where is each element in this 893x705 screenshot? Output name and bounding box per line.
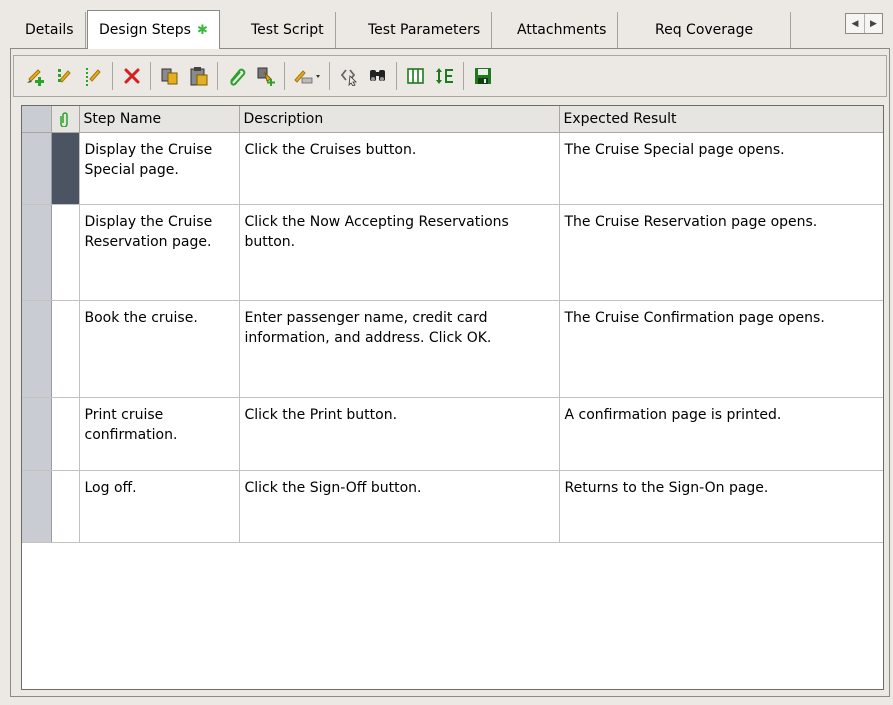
copy-steps-icon	[159, 66, 181, 86]
tab-label: Test Parameters	[368, 22, 481, 38]
toolbar-separator	[112, 62, 113, 90]
description-cell[interactable]: Click the Print button.	[239, 397, 560, 471]
delete-step-button[interactable]	[118, 61, 145, 91]
header-row: Step Name Description Expected Result	[22, 106, 883, 133]
row-selector[interactable]	[22, 300, 52, 398]
attachment-column-header[interactable]	[51, 106, 80, 133]
find-icon	[367, 66, 389, 86]
new-step-icon	[25, 66, 47, 86]
attachments-button[interactable]	[223, 61, 250, 91]
call-to-test-button[interactable]	[252, 61, 279, 91]
step-name-cell[interactable]: Display the Cruise Reservation page.	[79, 204, 240, 301]
save-icon	[472, 66, 494, 86]
table-row[interactable]: Display the Cruise Special page. Click t…	[22, 132, 883, 205]
description-cell[interactable]: Click the Sign-Off button.	[239, 470, 560, 543]
tab-label: Attachments	[517, 22, 607, 38]
toolbar-separator	[329, 62, 330, 90]
tab-req-coverage[interactable]: Req Coverage	[644, 12, 791, 48]
paste-steps-button[interactable]	[185, 61, 212, 91]
column-header-description[interactable]: Description	[239, 106, 560, 133]
current-row-marker	[51, 132, 80, 205]
design-steps-grid: Step Name Description Expected Result Di…	[21, 105, 884, 690]
design-steps-panel: Step Name Description Expected Result Di…	[10, 48, 890, 697]
scroll-right-icon[interactable]: ▶	[864, 14, 882, 33]
edit-step-icon	[83, 66, 105, 86]
expected-result-cell[interactable]: The Cruise Confirmation page opens.	[559, 300, 883, 398]
row-selector[interactable]	[22, 397, 52, 471]
select-columns-icon	[405, 66, 427, 86]
adjust-row-height-button[interactable]	[431, 61, 458, 91]
call-to-test-icon	[255, 65, 277, 87]
tab-label: Test Script	[251, 22, 324, 38]
table-row[interactable]: Display the Cruise Reservation page. Cli…	[22, 204, 883, 301]
step-name-cell[interactable]: Book the cruise.	[79, 300, 240, 398]
attachment-cell	[51, 470, 80, 543]
adjust-row-height-icon	[434, 66, 456, 86]
toolbar-separator	[217, 62, 218, 90]
edit-step-button[interactable]	[80, 61, 107, 91]
column-header-expected-result[interactable]: Expected Result	[559, 106, 883, 133]
attachment-cell	[51, 397, 80, 471]
copy-steps-button[interactable]	[156, 61, 183, 91]
find-button[interactable]	[364, 61, 391, 91]
tab-test-parameters[interactable]: Test Parameters	[357, 12, 493, 48]
paste-steps-icon	[188, 65, 210, 87]
steps-table: Step Name Description Expected Result Di…	[22, 106, 883, 543]
insert-parameter-button[interactable]	[290, 61, 324, 91]
column-header-step-name[interactable]: Step Name	[79, 106, 240, 133]
step-name-cell[interactable]: Display the Cruise Special page.	[79, 132, 240, 205]
generate-script-button[interactable]	[335, 61, 362, 91]
toolbar-separator	[150, 62, 151, 90]
scroll-left-icon[interactable]: ◀	[846, 14, 864, 33]
design-steps-window: Details Design Steps ✱ Test Script Test …	[0, 0, 893, 705]
table-row[interactable]: Log off. Click the Sign-Off button. Retu…	[22, 470, 883, 543]
tab-label: Req Coverage	[655, 22, 754, 38]
expected-result-cell[interactable]: A confirmation page is printed.	[559, 397, 883, 471]
tab-strip: Details Design Steps ✱ Test Script Test …	[0, 0, 893, 49]
save-button[interactable]	[469, 61, 496, 91]
expected-result-cell[interactable]: Returns to the Sign-On page.	[559, 470, 883, 543]
expected-result-cell[interactable]: The Cruise Special page opens.	[559, 132, 883, 205]
tab-label: Design Steps	[99, 22, 191, 38]
attachment-cell	[51, 204, 80, 301]
tab-label: Details	[25, 22, 74, 38]
toolbar-separator	[284, 62, 285, 90]
description-cell[interactable]: Click the Now Accepting Reservations but…	[239, 204, 560, 301]
description-cell[interactable]: Click the Cruises button.	[239, 132, 560, 205]
insert-parameter-icon	[292, 66, 322, 86]
expected-result-cell[interactable]: The Cruise Reservation page opens.	[559, 204, 883, 301]
step-name-cell[interactable]: Print cruise confirmation.	[79, 397, 240, 471]
toolbar	[13, 55, 887, 97]
description-cell[interactable]: Enter passenger name, credit card inform…	[239, 300, 560, 398]
row-header-corner	[22, 106, 52, 133]
tab-details[interactable]: Details	[14, 12, 86, 48]
paperclip-icon	[60, 111, 70, 128]
tab-attachments[interactable]: Attachments	[506, 12, 619, 48]
attachments-icon	[226, 66, 248, 86]
attachment-cell	[51, 300, 80, 398]
tab-design-steps[interactable]: Design Steps ✱	[87, 10, 220, 49]
tab-scroll-buttons: ◀ ▶	[845, 13, 883, 34]
table-row[interactable]: Print cruise confirmation. Click the Pri…	[22, 397, 883, 471]
insert-step-icon	[54, 66, 76, 86]
generate-script-icon	[338, 66, 360, 86]
step-name-cell[interactable]: Log off.	[79, 470, 240, 543]
toolbar-separator	[463, 62, 464, 90]
select-columns-button[interactable]	[402, 61, 429, 91]
tab-test-script[interactable]: Test Script	[240, 12, 336, 48]
delete-step-icon	[122, 66, 142, 86]
toolbar-separator	[396, 62, 397, 90]
new-step-button[interactable]	[22, 61, 49, 91]
row-selector[interactable]	[22, 470, 52, 543]
insert-step-button[interactable]	[51, 61, 78, 91]
row-selector[interactable]	[22, 132, 52, 205]
row-selector[interactable]	[22, 204, 52, 301]
table-row[interactable]: Book the cruise. Enter passenger name, c…	[22, 300, 883, 398]
modified-asterisk-icon: ✱	[196, 22, 208, 38]
